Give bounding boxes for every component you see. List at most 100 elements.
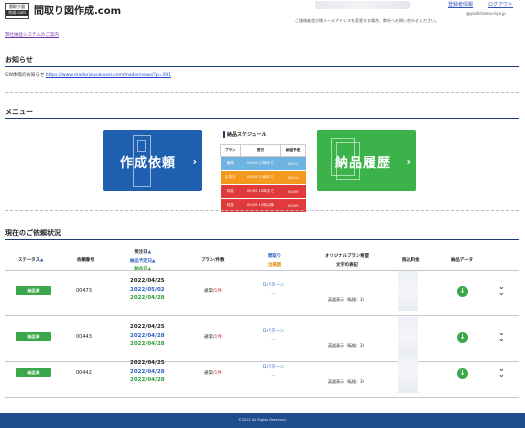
sub-value: — (271, 292, 276, 297)
plan-type: 通常 (204, 371, 213, 376)
status-badge: 納品済 (16, 332, 51, 341)
header-note: ご連絡者並び様メールアドレスを変更する場合、弊社へお問い合わせください。 (295, 18, 439, 23)
plan-count: 通常/1件 (204, 371, 222, 376)
schedule-header-plan: プラン (220, 144, 241, 157)
register-info-link[interactable]: 登録者情報 (448, 1, 473, 8)
schedule-cell-due: 05/10 (280, 170, 306, 185)
news-title: お知らせ (5, 56, 33, 64)
blurred-account-info (315, 1, 410, 9)
floor-pattern: Dパターン — (263, 281, 284, 299)
menu-divider (5, 118, 519, 119)
date-delivered: 2022/04/28 (130, 295, 165, 301)
schedule-header-accept: 受付 (239, 144, 282, 157)
create-request-label: 作成依頼 (120, 156, 177, 171)
system-guide-link[interactable]: 弊社納品システムのご案内 (5, 32, 59, 38)
price-header: 税込料金 (402, 258, 420, 263)
sort-asc-icon[interactable]: ▲ (40, 258, 43, 263)
date-requested: 2022/04/25 (130, 360, 165, 366)
date-due-label: 納品予定日 (130, 258, 152, 264)
download-header: 納品データ (451, 258, 473, 263)
date-delivered: 2022/04/28 (130, 341, 165, 347)
row-divider (5, 397, 519, 398)
original-plan-value: 英語表示（転換：3） (328, 343, 367, 348)
status-badge: 納品済 (16, 286, 51, 295)
news-link[interactable]: https://www.madorizusakusei.com/madorine… (46, 73, 171, 78)
download-icon[interactable]: ↓ (457, 332, 468, 343)
status-badge: 納品済 (16, 368, 51, 377)
date-requested-header[interactable]: 受注日▲ (130, 249, 155, 258)
delivery-history-button[interactable]: 納品履歴 › (317, 130, 416, 191)
date-requested-label: 受注日 (134, 250, 148, 255)
window-shape (137, 140, 146, 152)
chevron-double-down-icon[interactable]: ⌄ ⌄ (498, 283, 505, 297)
blurred-price (398, 317, 418, 357)
create-request-button[interactable]: 作成依頼 › (103, 130, 202, 191)
sub-value: — (271, 338, 276, 343)
download-icon[interactable]: ↓ (457, 286, 468, 297)
site-logo[interactable]: 間取り図 作成.com (5, 3, 29, 19)
date-due: 2022/04/28 (130, 368, 165, 375)
schedule-cell-plan: 特急 (220, 184, 241, 199)
schedule-title: 納品スケジュール (223, 131, 267, 138)
request-dates: 2022/04/25 2022/05/02 2022/04/28 (130, 277, 165, 303)
news-item: GW休暇のお知らせ https://www.madorizusakusei.co… (5, 72, 171, 78)
request-number[interactable]: 00473 (76, 288, 92, 294)
status-header[interactable]: ステータス▲ (18, 257, 43, 263)
dotted-divider (5, 92, 519, 93)
requests-divider (5, 239, 519, 240)
chevron-right-icon: › (406, 155, 411, 168)
original-plan-header: オリジナルプラン希望 文字の表記 (325, 253, 369, 270)
menu-title: メニュー (5, 108, 33, 116)
sort-asc-icon[interactable]: ▲ (152, 259, 155, 264)
plan-count-value: 1件 (214, 289, 222, 294)
requests-title: 現在のご依頼状況 (5, 229, 61, 237)
schedule-row: 通常 05/09 12時まで 05/12 (220, 156, 306, 171)
row-divider (5, 270, 519, 271)
copyright: ©2022 All Rights Reserved. (238, 418, 287, 422)
schedule-cell-plan: 通常 (220, 156, 241, 171)
schedule-cell-due: 05/09 (280, 184, 306, 199)
download-icon[interactable]: ↓ (457, 368, 468, 379)
request-number[interactable]: 00443 (76, 334, 92, 340)
original-plan-label: オリジナルプラン希望 (325, 254, 369, 259)
plan-count-value: 1件 (214, 335, 222, 340)
chevron-double-down-icon[interactable]: ⌄ ⌄ (498, 329, 505, 343)
chevron-double-down-icon[interactable]: ⌄ ⌄ (498, 365, 505, 379)
plan-count: 通常/1件 (204, 335, 222, 340)
schedule-row: 特急 05/09 12時まで 05/09 (220, 184, 306, 199)
plan-count-value: 1件 (214, 371, 222, 376)
status-header-label: ステータス (18, 258, 40, 263)
request-dates: 2022/04/25 2022/04/28 2022/04/28 (130, 323, 165, 349)
request-dates: 2022/04/25 2022/04/28 2022/04/28 (130, 359, 165, 385)
sort-asc-icon[interactable]: ▲ (148, 250, 151, 255)
logout-link[interactable]: ログアウト (488, 1, 513, 8)
row-divider (5, 315, 519, 316)
news-divider (5, 66, 519, 67)
schedule-cell-accept: 05/09 12時まで (240, 170, 281, 185)
delivery-history-label: 納品履歴 (335, 156, 392, 171)
floor-header: 間取り 出展図 (268, 253, 281, 270)
original-plan-value: 英語表示（転換：3） (328, 379, 367, 384)
floor-label: 間取り (268, 254, 282, 259)
news-text: GW休暇のお知らせ (5, 73, 45, 78)
floor-pattern: Dパターン — (263, 363, 284, 381)
header-email: @yoshihama-riya.jp (466, 11, 506, 16)
schedule-row: お急ぎ 05/09 12時まで 05/10 (220, 170, 306, 185)
plan-type: 通常 (204, 289, 213, 294)
logo-line2: 作成.com (6, 10, 28, 16)
schedule-table: プラン 受付 納品予定 通常 05/09 12時まで 05/12 お急ぎ 05/09 1… (220, 144, 306, 213)
site-title: 間取り図作成.com (34, 6, 122, 17)
schedule-cell-plan: お急ぎ (220, 170, 241, 185)
pattern-label: Dパターン (263, 365, 285, 370)
date-requested: 2022/04/25 (130, 324, 165, 330)
date-requested: 2022/04/25 (130, 278, 165, 284)
pattern-label: Dパターン (263, 329, 285, 334)
request-no-header: 依頼番号 (77, 258, 95, 263)
request-number[interactable]: 00442 (76, 370, 92, 376)
plan-count-header: プラン/件数 (201, 258, 225, 263)
row-divider (5, 361, 519, 362)
date-due-header[interactable]: 納品予定日▲ (130, 258, 155, 267)
dotted-divider (5, 210, 519, 211)
floor-pattern: Dパターン — (263, 327, 284, 345)
date-due: 2022/05/02 (130, 286, 165, 293)
